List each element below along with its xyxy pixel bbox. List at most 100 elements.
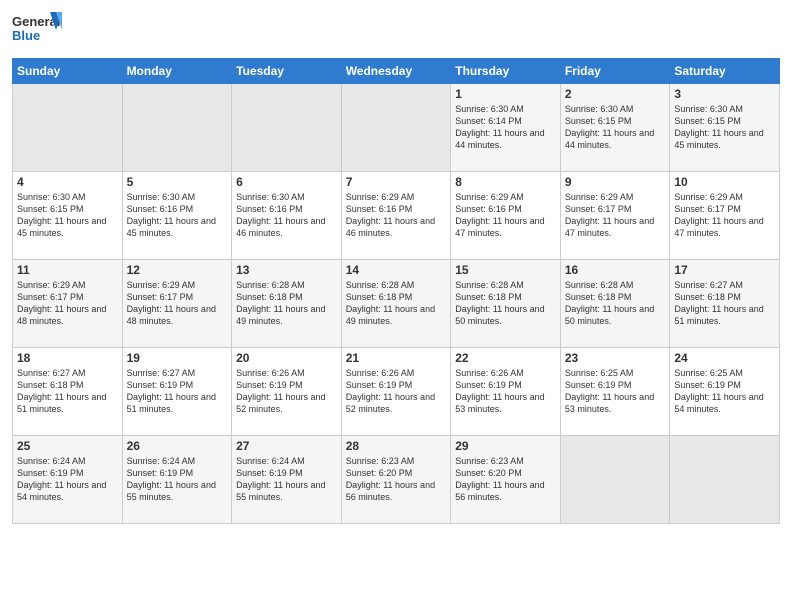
- day-number: 11: [17, 263, 118, 277]
- calendar-week-4: 25 Sunrise: 6:24 AM Sunset: 6:19 PM Dayli…: [13, 436, 780, 524]
- header: GeneralBlue: [12, 10, 780, 52]
- day-info: Sunrise: 6:29 AM Sunset: 6:16 PM Dayligh…: [346, 191, 447, 240]
- day-number: 15: [455, 263, 556, 277]
- day-info: Sunrise: 6:27 AM Sunset: 6:18 PM Dayligh…: [17, 367, 118, 416]
- calendar-cell: [560, 436, 670, 524]
- calendar-cell: 8 Sunrise: 6:29 AM Sunset: 6:16 PM Daylig…: [451, 172, 561, 260]
- day-number: 10: [674, 175, 775, 189]
- day-info: Sunrise: 6:28 AM Sunset: 6:18 PM Dayligh…: [236, 279, 337, 328]
- calendar-cell: [670, 436, 780, 524]
- day-info: Sunrise: 6:29 AM Sunset: 6:17 PM Dayligh…: [127, 279, 228, 328]
- calendar-cell: 9Sunrise: 6:29 AM Sunset: 6:17 PM Daylig…: [560, 172, 670, 260]
- day-info: Sunrise: 6:30 AM Sunset: 6:15 PM Dayligh…: [565, 103, 666, 152]
- calendar-cell: 25 Sunrise: 6:24 AM Sunset: 6:19 PM Dayli…: [13, 436, 123, 524]
- day-number: 12: [127, 263, 228, 277]
- day-number: 22: [455, 351, 556, 365]
- day-number: 8: [455, 175, 556, 189]
- day-number: 26: [127, 439, 228, 453]
- day-number: 6: [236, 175, 337, 189]
- day-number: 16: [565, 263, 666, 277]
- page: GeneralBlue SundayMondayTuesdayWednesday…: [0, 0, 792, 612]
- calendar-cell: 1 Sunrise: 6:30 AM Sunset: 6:14 PM Daylig…: [451, 84, 561, 172]
- weekday-header-monday: Monday: [122, 59, 232, 84]
- day-info: Sunrise: 6:23 AM Sunset: 6:20 PM Dayligh…: [455, 455, 556, 504]
- day-number: 17: [674, 263, 775, 277]
- calendar-cell: 12 Sunrise: 6:29 AM Sunset: 6:17 PM Dayli…: [122, 260, 232, 348]
- day-info: Sunrise: 6:28 AM Sunset: 6:18 PM Dayligh…: [565, 279, 666, 328]
- day-number: 4: [17, 175, 118, 189]
- day-info: Sunrise: 6:24 AM Sunset: 6:19 PM Dayligh…: [236, 455, 337, 504]
- calendar-cell: 13 Sunrise: 6:28 AM Sunset: 6:18 PM Dayli…: [232, 260, 342, 348]
- weekday-header-friday: Friday: [560, 59, 670, 84]
- day-info: Sunrise: 6:28 AM Sunset: 6:18 PM Dayligh…: [455, 279, 556, 328]
- day-number: 21: [346, 351, 447, 365]
- calendar-cell: 7Sunrise: 6:29 AM Sunset: 6:16 PM Daylig…: [341, 172, 451, 260]
- calendar-cell: 24 Sunrise: 6:25 AM Sunset: 6:19 PM Dayli…: [670, 348, 780, 436]
- day-number: 19: [127, 351, 228, 365]
- day-info: Sunrise: 6:24 AM Sunset: 6:19 PM Dayligh…: [127, 455, 228, 504]
- day-number: 25: [17, 439, 118, 453]
- calendar-cell: 16 Sunrise: 6:28 AM Sunset: 6:18 PM Dayli…: [560, 260, 670, 348]
- calendar-cell: 20 Sunrise: 6:26 AM Sunset: 6:19 PM Dayli…: [232, 348, 342, 436]
- day-info: Sunrise: 6:30 AM Sunset: 6:15 PM Dayligh…: [674, 103, 775, 152]
- calendar-cell: [232, 84, 342, 172]
- day-info: Sunrise: 6:24 AM Sunset: 6:19 PM Dayligh…: [17, 455, 118, 504]
- calendar-cell: 3Sunrise: 6:30 AM Sunset: 6:15 PM Daylig…: [670, 84, 780, 172]
- calendar-cell: [341, 84, 451, 172]
- day-number: 20: [236, 351, 337, 365]
- day-number: 5: [127, 175, 228, 189]
- calendar-week-2: 11 Sunrise: 6:29 AM Sunset: 6:17 PM Dayli…: [13, 260, 780, 348]
- calendar-cell: 18 Sunrise: 6:27 AM Sunset: 6:18 PM Dayli…: [13, 348, 123, 436]
- day-info: Sunrise: 6:27 AM Sunset: 6:19 PM Dayligh…: [127, 367, 228, 416]
- day-info: Sunrise: 6:29 AM Sunset: 6:16 PM Dayligh…: [455, 191, 556, 240]
- calendar-cell: 15 Sunrise: 6:28 AM Sunset: 6:18 PM Dayli…: [451, 260, 561, 348]
- day-info: Sunrise: 6:28 AM Sunset: 6:18 PM Dayligh…: [346, 279, 447, 328]
- logo-svg: GeneralBlue: [12, 10, 62, 52]
- day-info: Sunrise: 6:27 AM Sunset: 6:18 PM Dayligh…: [674, 279, 775, 328]
- day-info: Sunrise: 6:25 AM Sunset: 6:19 PM Dayligh…: [565, 367, 666, 416]
- logo: GeneralBlue: [12, 10, 62, 52]
- calendar-cell: 29 Sunrise: 6:23 AM Sunset: 6:20 PM Dayli…: [451, 436, 561, 524]
- calendar-cell: 22Sunrise: 6:26 AM Sunset: 6:19 PM Dayli…: [451, 348, 561, 436]
- calendar-cell: 23 Sunrise: 6:25 AM Sunset: 6:19 PM Dayli…: [560, 348, 670, 436]
- calendar-cell: 27Sunrise: 6:24 AM Sunset: 6:19 PM Dayli…: [232, 436, 342, 524]
- day-number: 9: [565, 175, 666, 189]
- day-info: Sunrise: 6:29 AM Sunset: 6:17 PM Dayligh…: [17, 279, 118, 328]
- weekday-header-row: SundayMondayTuesdayWednesdayThursdayFrid…: [13, 59, 780, 84]
- weekday-header-tuesday: Tuesday: [232, 59, 342, 84]
- calendar-week-0: 1 Sunrise: 6:30 AM Sunset: 6:14 PM Daylig…: [13, 84, 780, 172]
- calendar-cell: 28Sunrise: 6:23 AM Sunset: 6:20 PM Dayli…: [341, 436, 451, 524]
- calendar-week-3: 18 Sunrise: 6:27 AM Sunset: 6:18 PM Dayli…: [13, 348, 780, 436]
- calendar-week-1: 4 Sunrise: 6:30 AM Sunset: 6:15 PM Daylig…: [13, 172, 780, 260]
- calendar-cell: 10Sunrise: 6:29 AM Sunset: 6:17 PM Dayli…: [670, 172, 780, 260]
- day-info: Sunrise: 6:30 AM Sunset: 6:14 PM Dayligh…: [455, 103, 556, 152]
- day-info: Sunrise: 6:26 AM Sunset: 6:19 PM Dayligh…: [236, 367, 337, 416]
- weekday-header-sunday: Sunday: [13, 59, 123, 84]
- day-info: Sunrise: 6:30 AM Sunset: 6:16 PM Dayligh…: [127, 191, 228, 240]
- calendar-cell: 21 Sunrise: 6:26 AM Sunset: 6:19 PM Dayli…: [341, 348, 451, 436]
- day-number: 18: [17, 351, 118, 365]
- day-number: 1: [455, 87, 556, 101]
- calendar-cell: 14 Sunrise: 6:28 AM Sunset: 6:18 PM Dayli…: [341, 260, 451, 348]
- day-info: Sunrise: 6:30 AM Sunset: 6:15 PM Dayligh…: [17, 191, 118, 240]
- weekday-header-wednesday: Wednesday: [341, 59, 451, 84]
- calendar-cell: 11 Sunrise: 6:29 AM Sunset: 6:17 PM Dayli…: [13, 260, 123, 348]
- day-info: Sunrise: 6:23 AM Sunset: 6:20 PM Dayligh…: [346, 455, 447, 504]
- calendar-cell: 6Sunrise: 6:30 AM Sunset: 6:16 PM Daylig…: [232, 172, 342, 260]
- day-info: Sunrise: 6:26 AM Sunset: 6:19 PM Dayligh…: [346, 367, 447, 416]
- day-number: 13: [236, 263, 337, 277]
- calendar-cell: 4 Sunrise: 6:30 AM Sunset: 6:15 PM Daylig…: [13, 172, 123, 260]
- day-number: 2: [565, 87, 666, 101]
- day-number: 29: [455, 439, 556, 453]
- day-number: 23: [565, 351, 666, 365]
- day-number: 24: [674, 351, 775, 365]
- calendar-cell: [13, 84, 123, 172]
- day-number: 14: [346, 263, 447, 277]
- calendar-cell: 19 Sunrise: 6:27 AM Sunset: 6:19 PM Dayli…: [122, 348, 232, 436]
- weekday-header-thursday: Thursday: [451, 59, 561, 84]
- weekday-header-saturday: Saturday: [670, 59, 780, 84]
- calendar-cell: 5 Sunrise: 6:30 AM Sunset: 6:16 PM Daylig…: [122, 172, 232, 260]
- calendar-table: SundayMondayTuesdayWednesdayThursdayFrid…: [12, 58, 780, 524]
- day-info: Sunrise: 6:25 AM Sunset: 6:19 PM Dayligh…: [674, 367, 775, 416]
- calendar-cell: 26 Sunrise: 6:24 AM Sunset: 6:19 PM Dayli…: [122, 436, 232, 524]
